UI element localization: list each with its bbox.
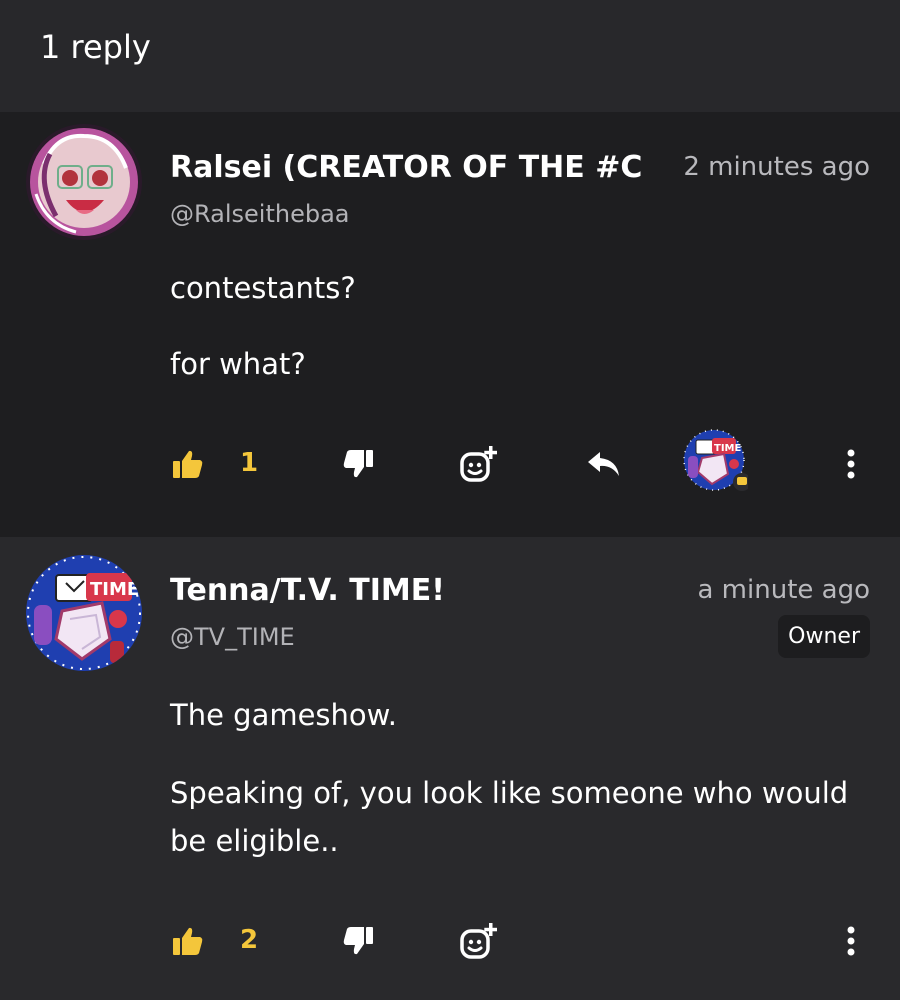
creator-reaction-avatar: TIME xyxy=(682,428,751,494)
more-options-button[interactable] xyxy=(836,921,866,961)
like-count: 2 xyxy=(240,925,259,955)
comment-timestamp: 2 minutes ago xyxy=(683,152,870,182)
comment-text: contestants? xyxy=(170,271,356,305)
replies-count-title: 1 reply xyxy=(40,28,151,66)
add-reaction-icon xyxy=(460,923,497,959)
comment-author[interactable]: Tenna/T.V. TIME! xyxy=(170,573,650,608)
add-reaction-button[interactable] xyxy=(458,921,498,961)
comment-text: for what? xyxy=(170,347,306,381)
like-button[interactable] xyxy=(170,444,206,484)
svg-text:TIME: TIME xyxy=(90,579,139,600)
like-count: 1 xyxy=(240,448,259,478)
comment-item: TIME Tenna/T.V. TIME! a minute ago @TV_T… xyxy=(0,537,900,1000)
more-vertical-icon xyxy=(847,926,855,956)
dislike-button[interactable] xyxy=(340,921,376,961)
comment-text: The gameshow. xyxy=(170,698,397,732)
more-options-button[interactable] xyxy=(836,444,866,484)
owner-badge: Owner xyxy=(778,615,870,658)
comment-item: Ralsei (CREATOR OF THE #C 2 minutes ago … xyxy=(0,112,900,537)
thumbs-up-icon xyxy=(173,927,203,955)
ralsei-avatar[interactable] xyxy=(26,124,142,240)
comment-handle[interactable]: @Ralseithebaa xyxy=(170,200,350,228)
comment-actions: 1 TIME xyxy=(0,429,900,494)
dislike-button[interactable] xyxy=(340,444,376,484)
thumbs-down-icon xyxy=(343,927,373,955)
comment-actions: 2 xyxy=(0,911,900,971)
replies-header: 1 reply xyxy=(0,0,900,112)
thumbs-up-icon xyxy=(173,450,203,478)
svg-text:TIME: TIME xyxy=(714,443,741,454)
comment-text: Speaking of, you look like someone who w… xyxy=(170,776,849,858)
comment-author[interactable]: Ralsei (CREATOR OF THE #C xyxy=(170,150,656,185)
thumbs-down-icon xyxy=(343,450,373,478)
reply-arrow-icon xyxy=(588,452,619,476)
comment-handle[interactable]: @TV_TIME xyxy=(170,623,295,651)
comment-timestamp: a minute ago xyxy=(697,575,870,605)
more-vertical-icon xyxy=(847,449,855,479)
add-reaction-button[interactable] xyxy=(458,444,498,484)
add-reaction-icon xyxy=(460,446,497,482)
tenna-avatar[interactable]: TIME xyxy=(26,555,142,671)
like-button[interactable] xyxy=(170,921,206,961)
reply-button[interactable] xyxy=(584,444,624,484)
